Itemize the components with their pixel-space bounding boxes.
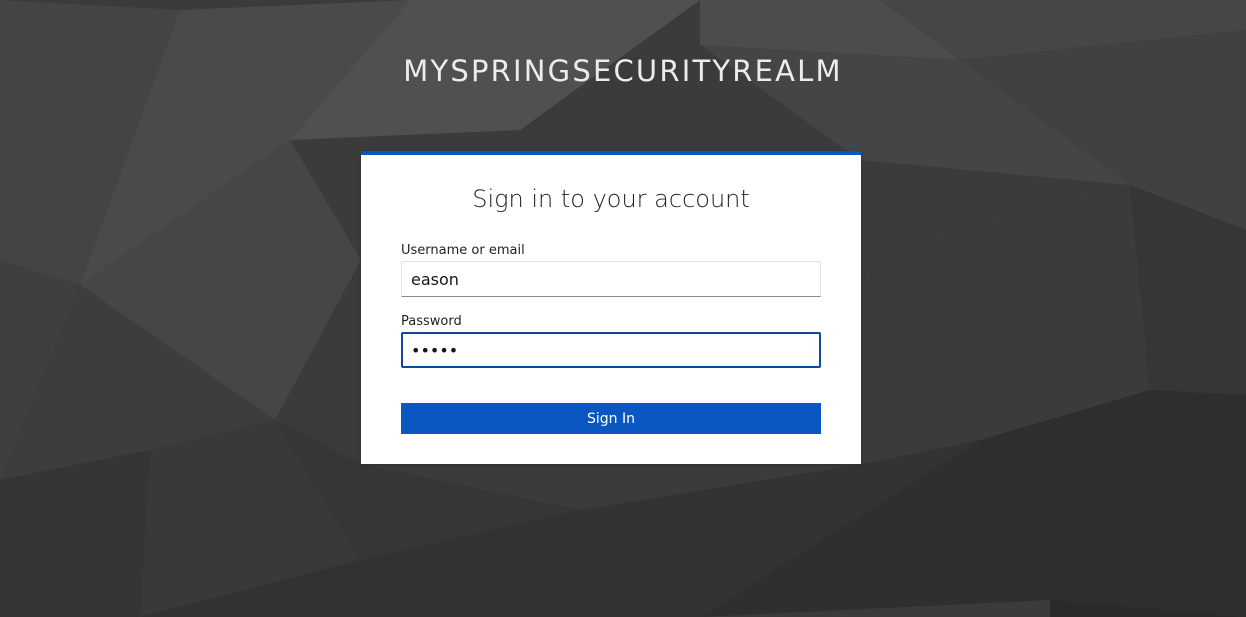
username-label: Username or email: [401, 243, 525, 258]
password-label: Password: [401, 314, 462, 329]
sign-in-button[interactable]: Sign In: [401, 403, 821, 434]
realm-title: MYSPRINGSECURITYREALM: [403, 54, 843, 88]
login-heading: Sign in to your account: [472, 185, 750, 213]
password-input[interactable]: [401, 332, 821, 368]
username-input[interactable]: [401, 261, 821, 297]
login-card: Sign in to your account Username or emai…: [361, 151, 861, 464]
